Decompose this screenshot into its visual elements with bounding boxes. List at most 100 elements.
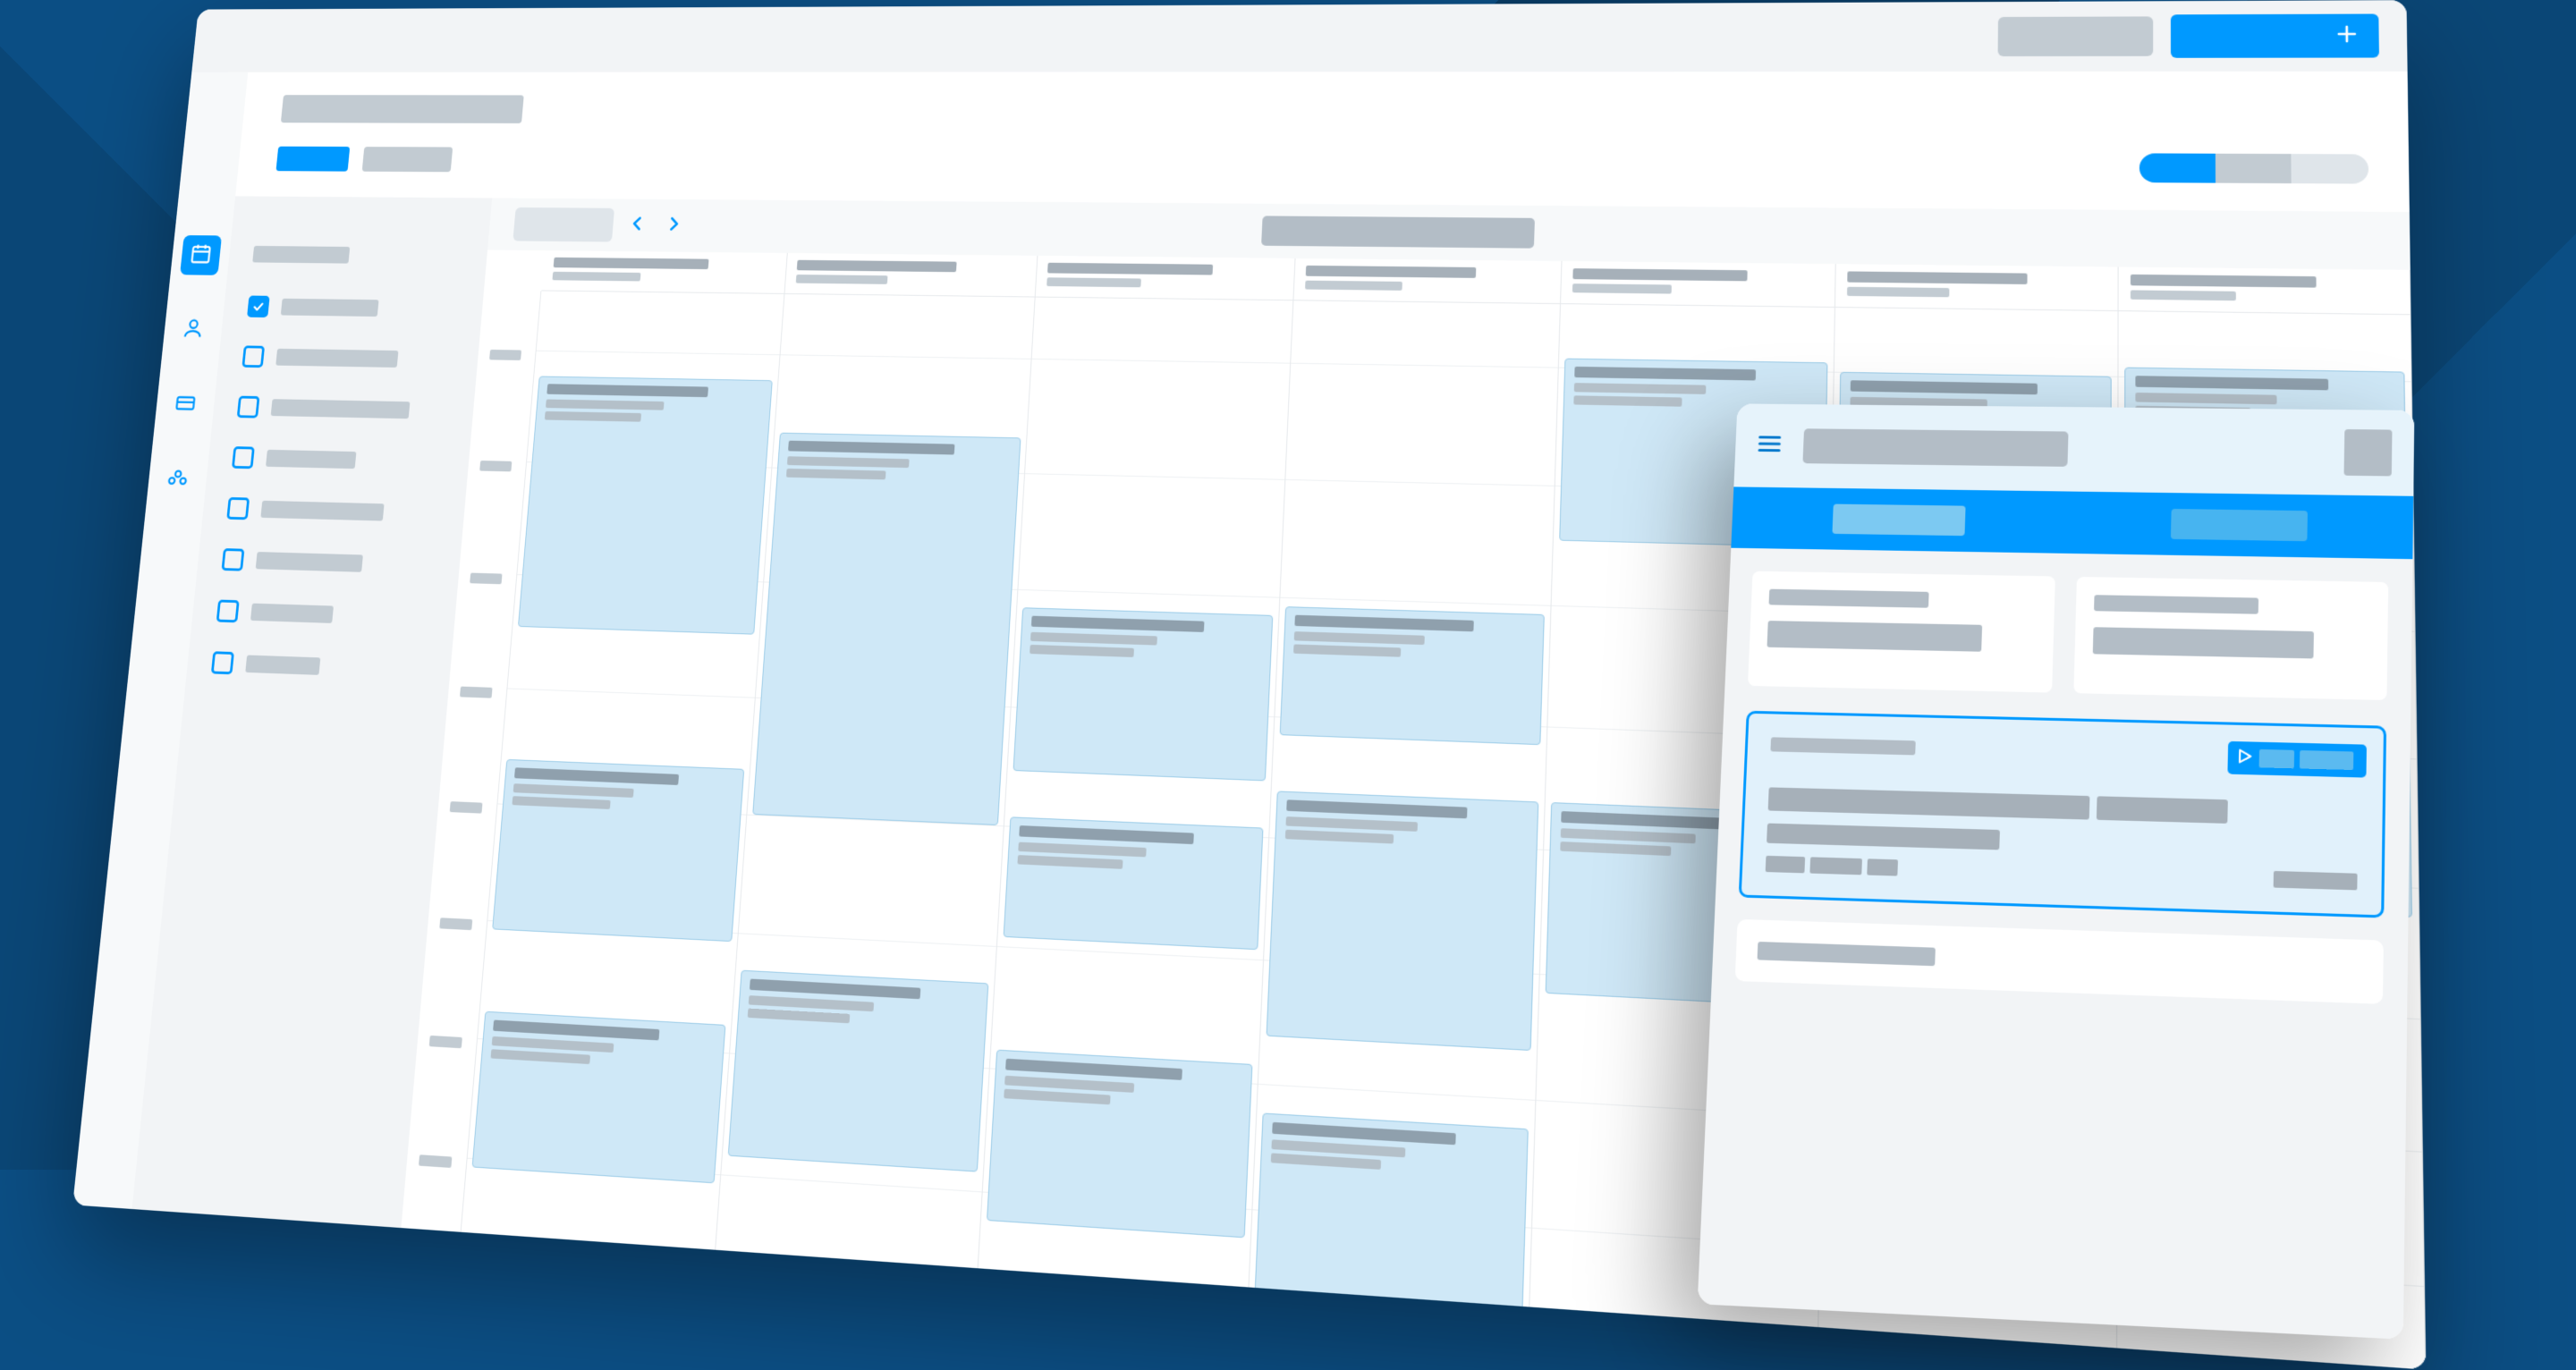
card-text bbox=[2096, 796, 2227, 824]
filter-item-0[interactable] bbox=[247, 296, 459, 321]
footer-seg bbox=[1867, 858, 1898, 875]
summary-value bbox=[2093, 627, 2314, 658]
calendar-event[interactable] bbox=[518, 376, 773, 634]
view-toggle[interactable] bbox=[2140, 153, 2368, 183]
calendar-event[interactable] bbox=[1280, 606, 1544, 745]
calendar-event[interactable] bbox=[728, 970, 989, 1172]
day-header bbox=[1835, 264, 2118, 311]
filter-label bbox=[245, 655, 320, 675]
hour-line bbox=[721, 1174, 982, 1192]
day-header bbox=[1561, 261, 1835, 308]
today-button[interactable] bbox=[513, 207, 614, 242]
checkbox-icon[interactable] bbox=[247, 296, 270, 318]
checkbox-icon[interactable] bbox=[237, 396, 260, 419]
day-header bbox=[785, 253, 1038, 298]
highlighted-card[interactable] bbox=[1739, 711, 2386, 918]
calendar-event[interactable] bbox=[1013, 607, 1274, 781]
nav-user[interactable] bbox=[172, 309, 214, 350]
calendar-event[interactable] bbox=[1267, 791, 1538, 1051]
hour-line bbox=[781, 354, 1031, 359]
calendar-event[interactable] bbox=[1004, 816, 1264, 950]
time-tick bbox=[450, 801, 483, 814]
filter-item-4[interactable] bbox=[226, 497, 440, 525]
day-header bbox=[541, 250, 787, 294]
time-tick bbox=[419, 1154, 452, 1168]
calendar-event[interactable] bbox=[752, 433, 1021, 825]
nav-calendar[interactable] bbox=[180, 235, 222, 275]
filter-label bbox=[271, 399, 411, 419]
chevron-left-icon[interactable] bbox=[627, 215, 647, 237]
summary-card-1[interactable] bbox=[1748, 571, 2055, 693]
footer-seg bbox=[1809, 857, 1862, 875]
view-toggle-seg-1[interactable] bbox=[2140, 153, 2216, 182]
view-toggle-seg-3[interactable] bbox=[2292, 154, 2368, 183]
tab-secondary[interactable] bbox=[362, 147, 453, 172]
time-tick bbox=[479, 461, 512, 471]
checkbox-icon[interactable] bbox=[232, 446, 255, 469]
day-column[interactable] bbox=[1250, 258, 1562, 1307]
calendar-event[interactable] bbox=[472, 1011, 726, 1184]
calendar-event[interactable] bbox=[492, 759, 744, 942]
filter-item-1[interactable] bbox=[242, 345, 453, 371]
time-tick bbox=[470, 573, 502, 585]
filter-item-3[interactable] bbox=[232, 446, 445, 473]
add-button[interactable] bbox=[2171, 14, 2379, 58]
tabs-row bbox=[275, 146, 2368, 184]
hour-line bbox=[1019, 589, 1280, 598]
checkbox-icon[interactable] bbox=[242, 345, 265, 368]
hour-line bbox=[997, 946, 1263, 960]
hour-line bbox=[1292, 363, 1558, 368]
group-icon bbox=[165, 467, 190, 495]
filter-label bbox=[256, 552, 363, 572]
hamburger-icon[interactable] bbox=[1756, 431, 1784, 461]
chevron-right-icon[interactable] bbox=[664, 215, 683, 237]
time-tick bbox=[489, 350, 521, 360]
avatar[interactable] bbox=[2344, 429, 2393, 476]
filter-label bbox=[275, 349, 398, 368]
card-time bbox=[2274, 871, 2358, 890]
checkbox-icon[interactable] bbox=[221, 548, 244, 571]
hour-line bbox=[1025, 473, 1284, 480]
checkbox-icon[interactable] bbox=[226, 497, 250, 520]
time-tick bbox=[460, 687, 493, 698]
checkbox-icon[interactable] bbox=[216, 600, 240, 623]
mobile-window bbox=[1698, 403, 2415, 1339]
mobile-tabs bbox=[1731, 486, 2413, 559]
calendar-range-title bbox=[1261, 216, 1535, 248]
filter-item-5[interactable] bbox=[221, 548, 436, 577]
secondary-action-button[interactable] bbox=[1998, 16, 2154, 56]
plus-icon bbox=[2334, 23, 2359, 49]
filter-item-2[interactable] bbox=[237, 396, 450, 422]
mobile-tab-1[interactable] bbox=[1832, 504, 1965, 537]
mobile-top-bar bbox=[1733, 403, 2414, 495]
card-text bbox=[1768, 787, 2089, 819]
summary-heading bbox=[2094, 595, 2258, 613]
mobile-tab-2[interactable] bbox=[2171, 509, 2308, 541]
card-icon bbox=[173, 392, 198, 419]
play-chip-seg bbox=[2259, 749, 2295, 768]
filter-item-7[interactable] bbox=[211, 651, 427, 681]
list-card[interactable] bbox=[1735, 919, 2384, 1004]
play-chip[interactable] bbox=[2227, 741, 2367, 778]
card-text bbox=[1767, 824, 2000, 850]
hour-line bbox=[537, 351, 780, 355]
view-toggle-seg-2[interactable] bbox=[2215, 154, 2292, 183]
day-header bbox=[1294, 258, 1561, 304]
mobile-body bbox=[1698, 548, 2413, 1340]
filter-label bbox=[250, 604, 334, 623]
tab-primary[interactable] bbox=[275, 147, 350, 172]
nav-billing[interactable] bbox=[165, 385, 207, 426]
filter-item-6[interactable] bbox=[216, 600, 431, 630]
calendar-event[interactable] bbox=[987, 1050, 1253, 1239]
calendar-icon bbox=[189, 241, 214, 268]
hour-line bbox=[1281, 597, 1550, 606]
page-header bbox=[236, 72, 2409, 201]
summary-card-2[interactable] bbox=[2073, 577, 2388, 700]
time-tick bbox=[439, 918, 472, 930]
time-tick bbox=[429, 1036, 462, 1048]
summary-value bbox=[1767, 621, 1981, 652]
checkbox-icon[interactable] bbox=[211, 651, 234, 674]
filter-label bbox=[281, 299, 379, 317]
nav-team[interactable] bbox=[157, 460, 199, 501]
calendar-event[interactable] bbox=[1254, 1112, 1528, 1326]
